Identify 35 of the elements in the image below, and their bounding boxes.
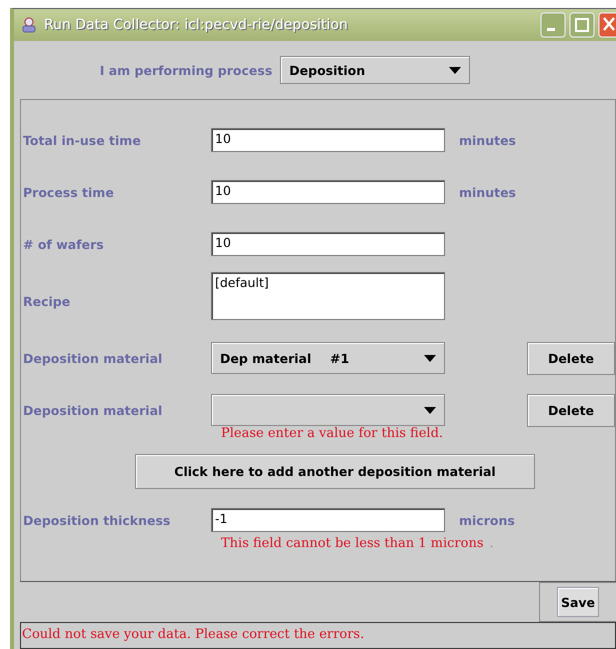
delete-button[interactable]: Delete [527, 394, 615, 426]
error-period: . [490, 536, 494, 551]
field-label: Deposition material [22, 350, 164, 366]
field-label: Total in-use time [22, 132, 142, 148]
field-label: Deposition material [22, 402, 164, 418]
field-label: Deposition thickness [22, 512, 172, 528]
field-label: # of wafers [22, 236, 105, 252]
input-field[interactable]: 10 [211, 128, 445, 152]
dropdown-arrow-icon [424, 354, 436, 362]
input-field[interactable]: 10 [211, 180, 445, 204]
delete-button[interactable]: Delete [527, 342, 615, 374]
unit-label: minutes [459, 132, 516, 148]
dropdown-arrow-icon [424, 406, 436, 414]
material-dropdown[interactable] [211, 394, 445, 426]
window-title: Run Data Collector: icl:pecvd-rie/deposition [44, 17, 348, 33]
close-icon[interactable] [598, 12, 616, 38]
input-field[interactable]: 10 [211, 232, 445, 256]
process-dropdown[interactable]: Deposition [280, 56, 470, 84]
error-message: This field cannot be less than 1 microns [221, 536, 484, 551]
maximize-icon[interactable] [569, 12, 595, 38]
material-dropdown[interactable]: Dep material #1 [211, 342, 445, 374]
add-material-button[interactable]: Click here to add another deposition material [135, 454, 535, 488]
text-area[interactable]: [default] [211, 272, 445, 320]
minimize-icon[interactable] [540, 12, 566, 38]
field-label: Recipe [22, 294, 72, 308]
input-field[interactable]: -1 [211, 508, 445, 532]
unit-label: microns [459, 512, 515, 528]
unit-label: minutes [459, 184, 516, 200]
dropdown-arrow-icon [449, 66, 462, 74]
app-icon [20, 16, 38, 34]
process-label: I am performing process [100, 62, 272, 78]
field-label: Process time [22, 184, 115, 200]
save-button[interactable]: Save [557, 587, 599, 617]
status-message: Could not save your data. Please correct the errors. [22, 627, 364, 642]
error-message: Please enter a value for this field. [221, 426, 444, 441]
